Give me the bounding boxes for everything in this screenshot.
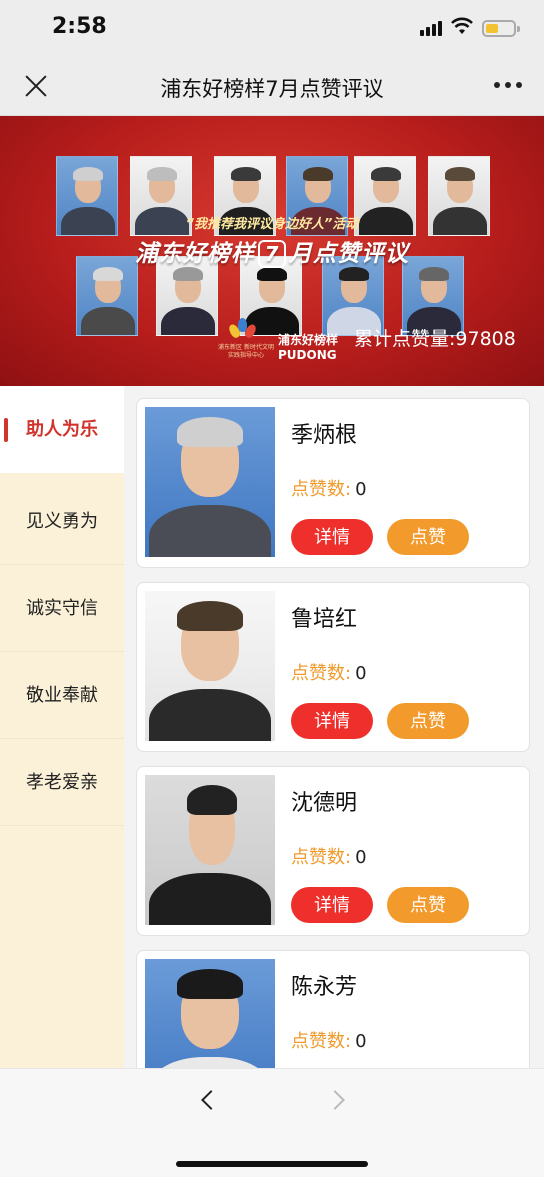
browser-toolbar bbox=[0, 1068, 544, 1177]
status-time: 2:58 bbox=[52, 14, 107, 39]
battery-icon bbox=[482, 20, 520, 37]
like-count-label: 点赞数: bbox=[291, 847, 352, 868]
like-button[interactable]: 点赞 bbox=[387, 887, 469, 923]
like-count-value: 0 bbox=[355, 847, 367, 868]
cellular-signal-icon bbox=[420, 20, 444, 36]
banner-title-pre: 浦东好榜样 bbox=[135, 241, 255, 267]
chevron-right-icon[interactable] bbox=[325, 1089, 350, 1113]
like-count-label: 点赞数: bbox=[291, 663, 352, 684]
sidebar-item-helping[interactable]: 助人为乐 bbox=[0, 386, 124, 473]
logo-icon bbox=[227, 318, 258, 342]
wifi-icon bbox=[451, 17, 473, 34]
nav-bar: 浦东好榜样7月点赞评议 bbox=[0, 56, 544, 116]
detail-button[interactable]: 详情 bbox=[291, 703, 373, 739]
like-count-label: 点赞数: bbox=[291, 1031, 352, 1052]
candidate-card: 季炳根 点赞数: 0 详情 点赞 bbox=[136, 398, 530, 568]
logo-text: 浦东新区 新时代文明实践指导中心 bbox=[218, 344, 274, 359]
sidebar-item-bravery[interactable]: 见义勇为 bbox=[0, 478, 124, 565]
like-count: 点赞数: 0 bbox=[291, 659, 367, 685]
banner: “我推荐我评议身边好人”活动 浦东好榜样 7 月点赞评议 浦东新区 新时代文明实践指… bbox=[0, 116, 544, 386]
banner-photo bbox=[156, 256, 218, 336]
candidate-name: 陈永芳 bbox=[291, 975, 358, 1000]
candidate-name: 沈德明 bbox=[291, 791, 358, 816]
sidebar-item-honesty[interactable]: 诚实守信 bbox=[0, 565, 124, 652]
brand-name: 浦东好榜样 bbox=[278, 333, 339, 347]
banner-title: 浦东好榜样 7 月点赞评议 bbox=[0, 234, 544, 268]
detail-button[interactable]: 详情 bbox=[291, 887, 373, 923]
banner-photo bbox=[76, 256, 138, 336]
like-count-label: 点赞数: bbox=[291, 479, 352, 500]
status-bar: 2:58 bbox=[0, 0, 544, 56]
candidate-name: 季炳根 bbox=[291, 423, 358, 448]
sidebar-item-dedication[interactable]: 敬业奉献 bbox=[0, 652, 124, 739]
category-sidebar: 助人为乐 见义勇为 诚实守信 敬业奉献 孝老爱亲 bbox=[0, 386, 124, 1068]
candidate-card: 鲁培红 点赞数: 0 详情 点赞 bbox=[136, 582, 530, 752]
candidate-photo bbox=[145, 591, 275, 741]
candidate-name: 鲁培红 bbox=[291, 607, 358, 632]
total-likes: 累计点赞量:97808 bbox=[354, 328, 516, 350]
banner-title-post: 月点赞评议 bbox=[289, 241, 409, 267]
banner-title-month: 7 bbox=[258, 240, 286, 268]
candidate-photo bbox=[145, 407, 275, 557]
like-count: 点赞数: 0 bbox=[291, 475, 367, 501]
like-count-value: 0 bbox=[355, 479, 367, 500]
like-count: 点赞数: 0 bbox=[291, 1027, 367, 1053]
candidate-photo bbox=[145, 775, 275, 925]
like-count: 点赞数: 0 bbox=[291, 843, 367, 869]
sidebar-item-filial-piety[interactable]: 孝老爱亲 bbox=[0, 739, 124, 826]
page-title: 浦东好榜样7月点赞评议 bbox=[160, 77, 384, 101]
like-count-value: 0 bbox=[355, 663, 367, 684]
brand-name-en: PUDONG bbox=[278, 348, 337, 362]
like-button[interactable]: 点赞 bbox=[387, 519, 469, 555]
chevron-left-icon[interactable] bbox=[196, 1089, 221, 1113]
detail-button[interactable]: 详情 bbox=[291, 519, 373, 555]
candidate-card: 陈永芳 点赞数:0 详情 点赞 bbox=[136, 950, 530, 1068]
close-icon[interactable] bbox=[22, 72, 50, 100]
more-dots-icon[interactable] bbox=[490, 82, 526, 90]
candidate-list: 季炳根 点赞数: 0 详情 点赞 鲁培红 点赞数: 0 详情 点赞 沈德明 点赞数:… bbox=[124, 386, 544, 1068]
like-button[interactable]: 点赞 bbox=[387, 703, 469, 739]
like-count-value: 0 bbox=[355, 1031, 367, 1052]
home-indicator[interactable] bbox=[176, 1161, 368, 1167]
banner-subtitle: “我推荐我评议身边好人”活动 bbox=[185, 217, 359, 232]
candidate-card: 沈德明 点赞数: 0 详情 点赞 bbox=[136, 766, 530, 936]
candidate-photo bbox=[145, 959, 275, 1068]
